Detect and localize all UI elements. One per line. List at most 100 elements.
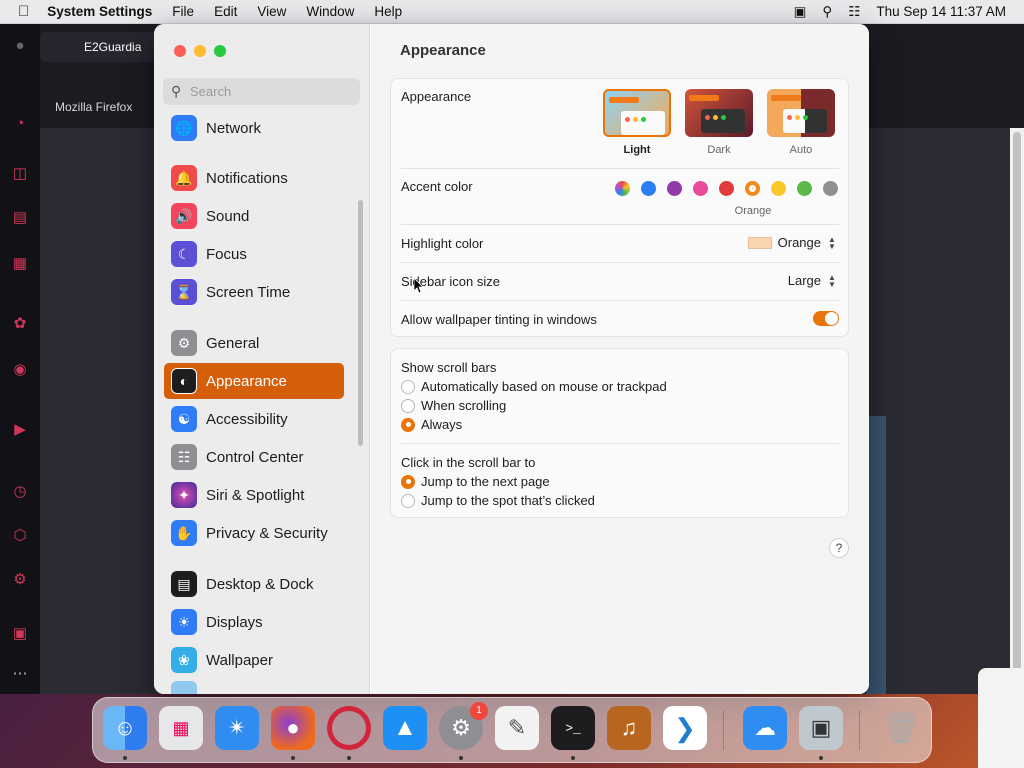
sidebar-item-displays[interactable]: ☀ Displays <box>164 604 344 640</box>
history-icon[interactable]: ◷ <box>10 482 30 502</box>
terminal-icon[interactable]: >_ <box>551 706 595 750</box>
safari-icon[interactable]: ✴ <box>215 706 259 750</box>
scroll-when-scrolling-radio[interactable]: When scrolling <box>401 398 506 413</box>
sidebar-item-sound[interactable]: 🔊 Sound <box>164 198 344 234</box>
sidebar-item-wallpaper[interactable]: ❀ Wallpaper <box>164 642 344 678</box>
grid-icon[interactable]: ▦ <box>10 254 30 274</box>
vscode-icon[interactable]: ❯ <box>663 706 707 750</box>
sidebar-item-desktop-dock[interactable]: ▤ Desktop & Dock <box>164 566 344 602</box>
jump-spot-clicked-radio[interactable]: Jump to the spot that’s clicked <box>401 493 595 508</box>
menu-file[interactable]: File <box>172 4 194 19</box>
weather-icon[interactable]: ☁ <box>743 706 787 750</box>
running-indicator <box>459 756 463 760</box>
accent-green-swatch[interactable] <box>797 181 812 196</box>
sidebar-item-label: Appearance <box>206 372 287 390</box>
radio-circle <box>401 474 415 489</box>
finder-icon[interactable]: ☺ <box>103 706 147 750</box>
settings-badge: 1 <box>470 702 488 720</box>
scroll-auto-radio[interactable]: Automatically based on mouse or trackpad <box>401 379 667 394</box>
bag-icon[interactable]: ◫ <box>10 164 30 184</box>
minimize-button[interactable] <box>194 45 206 57</box>
trash-icon[interactable]: 🗑 <box>879 706 923 750</box>
speedometer-icon[interactable]: ◔ <box>10 114 30 134</box>
cube-icon[interactable]: ⬡ <box>10 526 30 546</box>
browser-scrollbar[interactable] <box>1010 128 1024 694</box>
search-input[interactable]: ⚲ Search <box>163 78 360 105</box>
toggles-icon: ☷ <box>171 444 197 470</box>
running-indicator <box>571 756 575 760</box>
accent-blue-swatch[interactable] <box>641 181 656 196</box>
sidebar-item-screen-time[interactable]: ⌛ Screen Time <box>164 274 344 310</box>
appearance-row: Appearance Light Dark Auto <box>401 79 839 169</box>
zoom-button[interactable] <box>214 45 226 57</box>
radio-label: Jump to the spot that’s clicked <box>421 493 595 508</box>
spotlight-icon[interactable]: ⚲ <box>822 4 832 20</box>
sidebar-item-focus[interactable]: ☾ Focus <box>164 236 344 272</box>
sidebar-item-clipped[interactable] <box>164 680 344 694</box>
sidebar-item-control-center[interactable]: ☷ Control Center <box>164 439 344 475</box>
jump-next-page-radio[interactable]: Jump to the next page <box>401 474 550 489</box>
accent-yellow-swatch[interactable] <box>771 181 786 196</box>
radio-label: When scrolling <box>421 398 507 413</box>
dock-divider <box>859 710 860 750</box>
sidebar-item-siri-spotlight[interactable]: ✦ Siri & Spotlight <box>164 477 344 513</box>
control-center-icon[interactable]: ☷ <box>848 4 860 20</box>
textedit-icon[interactable]: ✎ <box>495 706 539 750</box>
close-button[interactable] <box>174 45 186 57</box>
settings-window: ⚲ Search 🌐 Network 🔔 Notifications 🔊 Sou… <box>154 24 869 694</box>
menu-help[interactable]: Help <box>374 4 402 19</box>
sidebar-item-privacy-security[interactable]: ✋ Privacy & Security <box>164 515 344 551</box>
opera-icon[interactable] <box>327 706 371 750</box>
cs-icon[interactable]: ◉ <box>10 360 30 380</box>
flower-icon: ❀ <box>171 647 197 673</box>
help-button[interactable]: ? <box>829 538 849 558</box>
wallpaper-tinting-toggle[interactable] <box>813 311 839 326</box>
browser-tab[interactable]: E2Guardia <box>40 32 160 62</box>
appearance-dark-option[interactable] <box>685 89 753 137</box>
sidebar-item-general[interactable]: ⚙ General <box>164 325 344 361</box>
sidebar-item-appearance[interactable]: ◐ Appearance <box>164 363 344 399</box>
appstore-icon[interactable]: ▲ <box>383 706 427 750</box>
twitch-icon[interactable]: ▤ <box>10 208 30 228</box>
menu-edit[interactable]: Edit <box>214 4 237 19</box>
sidebar-icon-size-popup[interactable]: Large ▲ ▼ <box>788 273 837 288</box>
speaker-icon: 🔊 <box>171 203 197 229</box>
hourglass-icon: ⌛ <box>171 279 197 305</box>
appearance-auto-option[interactable] <box>767 89 835 137</box>
sidebar-item-label: Control Center <box>206 448 304 466</box>
guitar-icon[interactable]: ♫ <box>607 706 651 750</box>
accent-red-swatch[interactable] <box>719 181 734 196</box>
chatgpt-icon[interactable]: ✿ <box>10 314 30 334</box>
bookmark-firefox[interactable]: Mozilla Firefox <box>55 100 132 114</box>
apple-icon[interactable]:  <box>18 3 29 20</box>
stage-manager-icon[interactable]: ▣ <box>794 4 807 20</box>
accent-multicolor-swatch[interactable] <box>615 181 630 196</box>
sidebar-item-notifications[interactable]: 🔔 Notifications <box>164 160 344 196</box>
gear-icon[interactable]: ⚙ <box>10 570 30 590</box>
accent-orange-swatch[interactable] <box>745 181 760 196</box>
accent-pink-swatch[interactable] <box>693 181 708 196</box>
accent-purple-swatch[interactable] <box>667 181 682 196</box>
menu-app-name[interactable]: System Settings <box>47 4 152 19</box>
preview-icon[interactable]: ▣ <box>799 706 843 750</box>
radio-label: Jump to the next page <box>421 474 550 489</box>
menu-clock[interactable]: Thu Sep 14 11:37 AM <box>876 4 1006 19</box>
radio-label: Always <box>421 417 463 432</box>
menu-view[interactable]: View <box>257 4 286 19</box>
firefox-icon[interactable]: ● <box>271 706 315 750</box>
more-icon[interactable]: ⋯ <box>10 664 30 684</box>
sidebar-scrollbar[interactable] <box>358 200 363 446</box>
appearance-light-option[interactable] <box>603 89 671 137</box>
play-icon[interactable]: ▶ <box>10 420 30 440</box>
highlight-color-row: Highlight color Orange ▲ ▼ <box>401 225 839 263</box>
sidebar-item-network[interactable]: 🌐 Network <box>164 110 344 146</box>
scroll-always-radio[interactable]: Always <box>401 417 462 432</box>
menu-window[interactable]: Window <box>306 4 354 19</box>
accent-graphite-swatch[interactable] <box>823 181 838 196</box>
image-icon[interactable]: ▣ <box>10 624 30 644</box>
sidebar-item-label: Accessibility <box>206 410 288 428</box>
highlight-color-popup[interactable]: Orange ▲ ▼ <box>747 235 837 250</box>
sidebar-item-accessibility[interactable]: ☯ Accessibility <box>164 401 344 437</box>
launchpad-icon[interactable]: ▦ <box>159 706 203 750</box>
sidebar-item-label: Network <box>206 119 262 137</box>
